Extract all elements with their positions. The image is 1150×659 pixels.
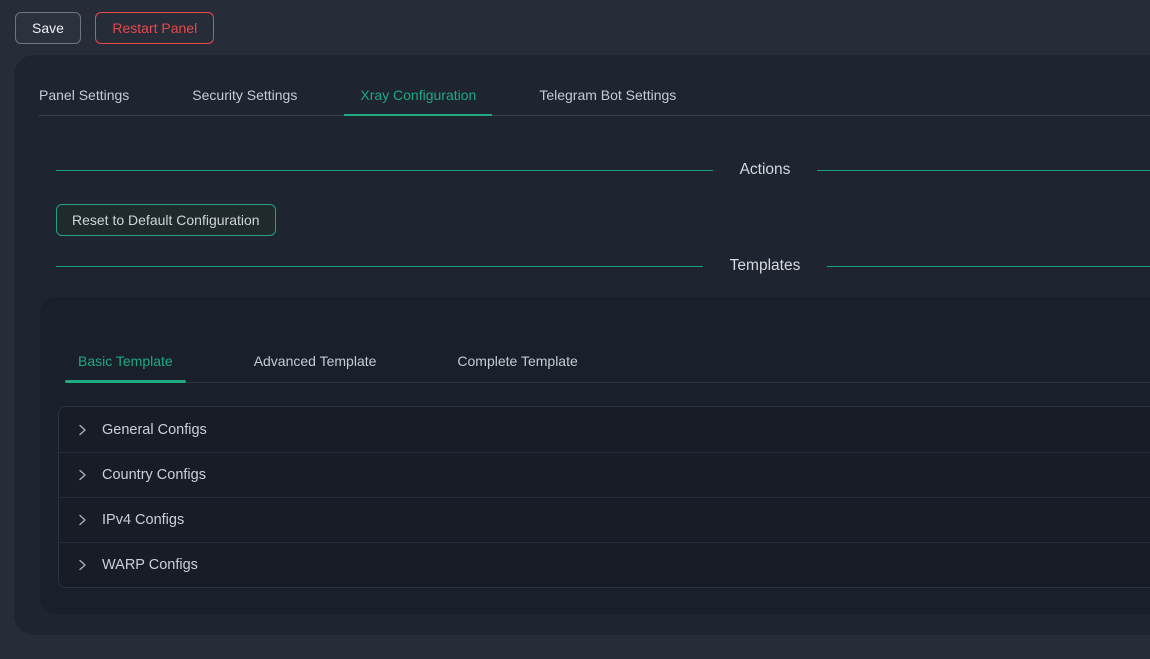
actions-divider-label: Actions: [740, 160, 791, 180]
chevron-right-icon: [75, 423, 89, 437]
templates-divider: Templates: [56, 256, 1150, 276]
collapse-row-ipv4-configs[interactable]: IPv4 Configs: [59, 497, 1150, 542]
collapse-row-label: WARP Configs: [102, 557, 198, 573]
settings-tab-bar: Panel Settings Security Settings Xray Co…: [39, 87, 1150, 116]
tab-advanced-template[interactable]: Advanced Template: [254, 353, 377, 382]
settings-card: Panel Settings Security Settings Xray Co…: [14, 55, 1150, 635]
collapse-row-label: Country Configs: [102, 467, 206, 483]
collapse-row-general-configs[interactable]: General Configs: [59, 407, 1150, 452]
collapse-row-warp-configs[interactable]: WARP Configs: [59, 542, 1150, 587]
template-config-collapse: General Configs Country Configs IPv4 Con…: [58, 406, 1150, 588]
chevron-right-icon: [75, 558, 89, 572]
top-toolbar: Save Restart Panel: [0, 0, 1150, 55]
restart-panel-button[interactable]: Restart Panel: [95, 12, 214, 44]
tab-xray-configuration[interactable]: Xray Configuration: [360, 87, 476, 115]
tab-complete-template[interactable]: Complete Template: [457, 353, 577, 382]
collapse-row-country-configs[interactable]: Country Configs: [59, 452, 1150, 497]
collapse-row-label: General Configs: [102, 422, 207, 438]
tab-basic-template[interactable]: Basic Template: [78, 353, 173, 382]
template-tab-bar: Basic Template Advanced Template Complet…: [78, 353, 1150, 383]
templates-card: Basic Template Advanced Template Complet…: [40, 297, 1150, 614]
chevron-right-icon: [75, 513, 89, 527]
tab-panel-settings[interactable]: Panel Settings: [39, 87, 129, 115]
templates-divider-label: Templates: [730, 256, 801, 276]
chevron-right-icon: [75, 468, 89, 482]
collapse-row-label: IPv4 Configs: [102, 512, 184, 528]
reset-default-configuration-button[interactable]: Reset to Default Configuration: [56, 204, 276, 236]
tab-telegram-bot-settings[interactable]: Telegram Bot Settings: [539, 87, 676, 115]
actions-divider: Actions: [56, 160, 1150, 180]
save-button[interactable]: Save: [15, 12, 81, 44]
tab-security-settings[interactable]: Security Settings: [192, 87, 297, 115]
